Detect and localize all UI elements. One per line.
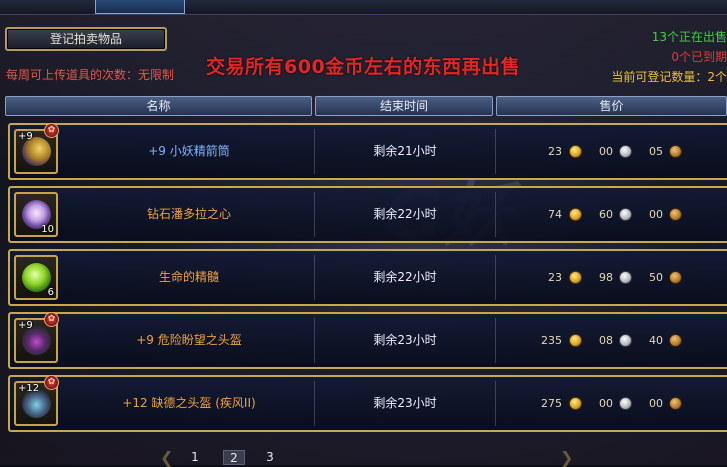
item-name: 生命的精髓 xyxy=(158,270,219,284)
price-copper: 40 xyxy=(649,334,663,347)
item-name: +12 缺德之头盔 (疾风II) xyxy=(122,396,256,410)
seal-icon: ✿ xyxy=(44,375,59,390)
end-time: 剩余23小时 xyxy=(373,396,437,410)
item-slot[interactable]: 6 xyxy=(14,255,58,300)
page-3[interactable]: 3 xyxy=(261,450,279,465)
auction-row[interactable]: +9 ✿ +9 小妖精箭筒 剩余21小时 23 00 05 xyxy=(8,123,727,180)
next-page-arrow-icon[interactable]: ❯ xyxy=(560,450,573,466)
auction-row[interactable]: +9 ✿ +9 危险盼望之头盔 剩余23小时 235 08 40 xyxy=(8,312,727,369)
available-slots: 当前可登记数量：2个 xyxy=(611,70,727,84)
selling-count: 13个正在出售 xyxy=(651,30,727,44)
auction-row[interactable]: 6 生命的精髓 剩余22小时 23 98 50 xyxy=(8,249,727,306)
copper-coin-icon xyxy=(669,145,682,158)
enhance-level: +9 xyxy=(18,131,33,142)
copper-coin-icon xyxy=(669,334,682,347)
prev-page-arrow-icon[interactable]: ❮ xyxy=(160,450,173,466)
auction-row[interactable]: +12 ✿ +12 缺德之头盔 (疾风II) 剩余23小时 275 00 00 xyxy=(8,375,727,432)
copper-coin-icon xyxy=(669,271,682,284)
price-copper: 00 xyxy=(649,397,663,410)
seal-icon: ✿ xyxy=(44,123,59,138)
price-copper: 50 xyxy=(649,271,663,284)
weekly-upload-limit: 每周可上传道具的次数：无限制 xyxy=(6,68,175,82)
register-auction-item-button[interactable]: 登记拍卖物品 xyxy=(5,27,167,51)
price-gold: 23 xyxy=(548,145,562,158)
seal-icon: ✿ xyxy=(44,312,59,327)
copper-coin-icon xyxy=(669,397,682,410)
banner-message: 交易所有600金币左右的东西再出售 xyxy=(206,56,521,78)
stack-count: 10 xyxy=(41,224,54,235)
gold-coin-icon xyxy=(569,208,582,221)
column-header-end-time[interactable]: 结束时间 xyxy=(315,96,493,116)
price-silver: 98 xyxy=(599,271,613,284)
gold-coin-icon xyxy=(569,397,582,410)
price-gold: 235 xyxy=(541,334,562,347)
copper-coin-icon xyxy=(669,208,682,221)
price-silver: 00 xyxy=(599,145,613,158)
page-1[interactable]: 1 xyxy=(186,450,204,465)
gold-coin-icon xyxy=(569,271,582,284)
enhance-level: +12 xyxy=(18,383,40,394)
end-time: 剩余21小时 xyxy=(373,144,437,158)
price-copper: 00 xyxy=(649,208,663,221)
stack-count: 6 xyxy=(47,287,54,298)
price-gold: 275 xyxy=(541,397,562,410)
column-header-name[interactable]: 名称 xyxy=(5,96,312,116)
price-gold: 23 xyxy=(548,271,562,284)
price-silver: 00 xyxy=(599,397,613,410)
auction-row[interactable]: 10 钻石潘多拉之心 剩余22小时 74 60 00 xyxy=(8,186,727,243)
price-silver: 60 xyxy=(599,208,613,221)
item-name: +9 危险盼望之头盔 xyxy=(136,333,242,347)
end-time: 剩余23小时 xyxy=(373,333,437,347)
end-time: 剩余22小时 xyxy=(373,270,437,284)
item-name: 钻石潘多拉之心 xyxy=(146,207,231,221)
enhance-level: +9 xyxy=(18,320,33,331)
item-slot[interactable]: 10 xyxy=(14,192,58,237)
page-2-current[interactable]: 2 xyxy=(223,450,245,465)
gold-coin-icon xyxy=(569,145,582,158)
expired-count: 0个已到期 xyxy=(671,50,727,64)
column-header-price[interactable]: 售价 xyxy=(496,96,727,116)
price-gold: 74 xyxy=(548,208,562,221)
end-time: 剩余22小时 xyxy=(373,207,437,221)
tab-active[interactable] xyxy=(95,0,185,14)
price-silver: 08 xyxy=(599,334,613,347)
price-copper: 05 xyxy=(649,145,663,158)
gold-coin-icon xyxy=(569,334,582,347)
item-name: +9 小妖精箭筒 xyxy=(148,144,230,158)
